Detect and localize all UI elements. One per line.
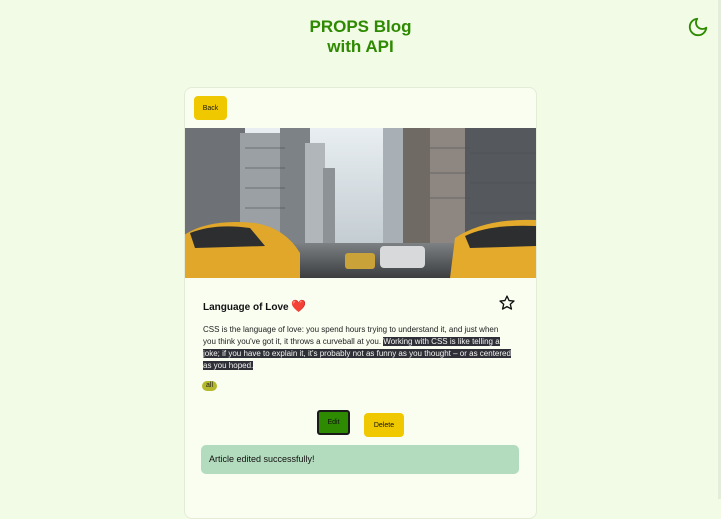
edit-button[interactable]: Edit	[317, 410, 350, 435]
theme-toggle-button[interactable]	[687, 16, 709, 38]
star-outline-icon	[499, 295, 515, 310]
success-toast: Article edited successfully!	[201, 445, 519, 474]
article-body: CSS is the language of love: you spend h…	[203, 324, 513, 372]
category-tag[interactable]: all	[202, 381, 218, 391]
site-title-line-1: PROPS Blog	[309, 17, 412, 36]
article-card: Back Language of Love ❤️ CSS is the lang…	[184, 87, 537, 519]
site-title-line-2: with API	[327, 37, 394, 56]
article-title-text: Language of Love	[203, 302, 289, 313]
back-button[interactable]: Back	[194, 96, 227, 120]
site-title: PROPS Blog with API	[0, 17, 721, 57]
delete-button[interactable]: Delete	[364, 413, 404, 437]
moon-icon	[688, 17, 708, 37]
favorite-button[interactable]	[498, 294, 516, 312]
heart-icon: ❤️	[291, 299, 307, 313]
article-title: Language of Love ❤️	[203, 299, 306, 313]
article-image	[185, 128, 536, 278]
